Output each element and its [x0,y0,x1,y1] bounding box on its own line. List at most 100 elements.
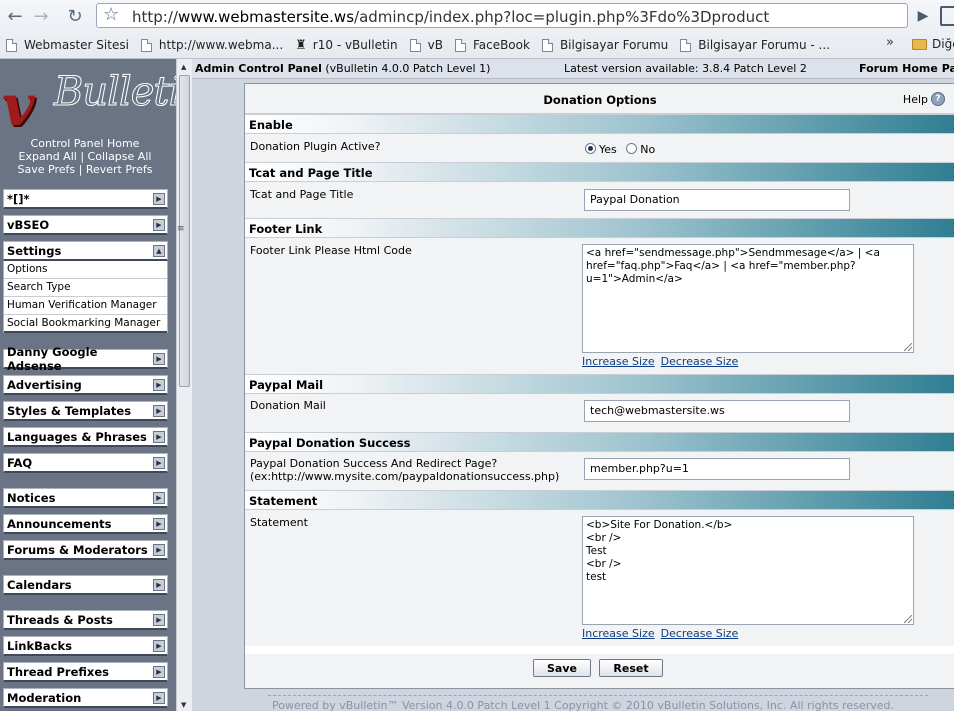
expand-arrow-icon[interactable]: ▶ [153,352,165,365]
expand-all-link[interactable]: Expand All [19,150,77,163]
expand-arrow-icon[interactable]: ▶ [153,517,165,530]
forum-home-link[interactable]: Forum Home Pag [859,62,954,75]
bookmark-star-icon[interactable]: ☆ [103,4,119,25]
other-bookmarks[interactable]: Diğe [912,32,954,56]
expand-arrow-icon[interactable]: ▶ [153,456,165,469]
nav-group[interactable]: FAQ ▶ [3,453,168,473]
expand-arrow-icon[interactable]: ▶ [153,613,165,626]
expand-arrow-icon[interactable]: ▶ [153,404,165,417]
save-prefs-link[interactable]: Save Prefs [18,163,76,176]
decrease-size-link[interactable]: Decrease Size [661,627,739,640]
nav-group-header[interactable]: Languages & Phrases ▶ [3,427,168,447]
scroll-up-icon[interactable]: ▲ [181,63,186,71]
bookmark-item[interactable]: vB [404,33,449,57]
expand-arrow-icon[interactable]: ▶ [153,192,165,205]
nav-group-header[interactable]: FAQ ▶ [3,453,168,473]
radio-yes[interactable]: Yes [585,143,617,156]
save-button[interactable]: Save [533,659,591,677]
donation-mail-input[interactable]: tech@webmastersite.ws [584,400,850,422]
collapse-all-link[interactable]: Collapse All [88,150,152,163]
expand-arrow-icon[interactable]: ▶ [153,639,165,652]
help-icon[interactable]: ? [931,92,945,106]
resize-grip-icon[interactable] [904,615,912,623]
nav-link-search-type[interactable]: Search Type [4,279,167,297]
nav-group[interactable]: vBSEO ▶ [3,215,168,235]
decrease-size-link[interactable]: Decrease Size [661,355,739,368]
bookmark-item[interactable]: FaceBook [449,33,536,57]
nav-group[interactable]: Thread Prefixes ▶ [3,662,168,682]
nav-group-header[interactable]: Forums & Moderators ▶ [3,540,168,560]
vbulletin-logo[interactable]: v Bulletin [2,63,176,140]
radio-selected-icon[interactable] [585,143,596,154]
address-bar[interactable]: ☆ http://www.webmastersite.ws/admincp/in… [96,3,908,28]
nav-group[interactable]: Danny Google Adsense ▶ [3,345,168,373]
nav-group-header[interactable]: Styles & Templates ▶ [3,401,168,421]
radio-unselected-icon[interactable] [626,143,638,154]
success-redirect-input[interactable]: member.php?u=1 [584,458,850,480]
nav-group-header[interactable]: LinkBacks ▶ [3,636,168,656]
nav-group[interactable]: Languages & Phrases ▶ [3,427,168,447]
expand-arrow-icon[interactable]: ▶ [153,430,165,443]
resize-grip-icon[interactable] [904,343,912,351]
nav-group-header[interactable]: Advertising ▶ [3,375,168,395]
nav-group[interactable]: Announcements ▶ [3,514,168,534]
statement-textarea[interactable]: <b>Site For Donation.</b> <br /> Test <b… [582,516,914,625]
forward-icon[interactable]: → [30,5,52,27]
nav-group-header[interactable]: Announcements ▶ [3,514,168,534]
increase-size-link[interactable]: Increase Size [582,627,655,640]
reload-icon[interactable]: ↻ [64,5,86,27]
expand-arrow-icon[interactable]: ▶ [153,218,165,231]
bookmark-item[interactable]: Bilgisayar Forumu - ... [674,33,836,57]
tcat-title-input[interactable]: Paypal Donation [584,189,850,211]
increase-size-link[interactable]: Increase Size [582,355,655,368]
nav-group-header[interactable]: Danny Google Adsense ▶ [3,345,168,373]
nav-group[interactable]: Notices ▶ [3,488,168,508]
bookmark-item[interactable]: Webmaster Sitesi [0,33,135,57]
nav-group-header[interactable]: Thread Prefixes ▶ [3,662,168,682]
nav-group[interactable]: *[]* ▶ [3,189,168,209]
expand-arrow-icon[interactable]: ▶ [153,378,165,391]
nav-group-header[interactable]: Calendars ▶ [3,575,168,595]
go-icon[interactable]: ▶ [912,5,934,27]
help-link[interactable]: Help? [903,92,945,106]
nav-group[interactable]: Calendars ▶ [3,575,168,595]
revert-prefs-link[interactable]: Revert Prefs [86,163,153,176]
nav-link-options[interactable]: Options [4,261,167,279]
nav-group-settings[interactable]: Settings ▲ Options Search Type Human Veri… [3,241,168,333]
nav-group-header[interactable]: Notices ▶ [3,488,168,508]
bookmarks-overflow-icon[interactable]: » [886,35,894,50]
nav-scrollbar[interactable]: ▲ ▼ [176,59,192,711]
nav-group-header[interactable]: *[]* ▶ [3,189,168,209]
nav-link-social-bookmarking[interactable]: Social Bookmarking Manager [4,315,167,333]
bookmark-item[interactable]: http://www.webma... [135,33,289,57]
bookmark-label: http://www.webma... [158,38,284,52]
reset-button[interactable]: Reset [599,659,663,677]
expand-arrow-icon[interactable]: ▶ [153,578,165,591]
scroll-down-icon[interactable]: ▼ [181,701,186,709]
back-icon[interactable]: ← [4,5,26,27]
nav-group[interactable]: Threads & Posts ▶ [3,610,168,630]
expand-arrow-icon[interactable]: ▶ [153,691,165,704]
radio-no[interactable]: No [626,143,655,156]
nav-group[interactable]: Styles & Templates ▶ [3,401,168,421]
nav-group[interactable]: Advertising ▶ [3,375,168,395]
expand-arrow-icon[interactable]: ▶ [153,543,165,556]
footer-link-textarea[interactable]: <a href="sendmessage.php">Sendmmesage</a… [582,244,914,353]
nav-group[interactable]: Moderation ▶ [3,688,168,708]
nav-group-header[interactable]: Threads & Posts ▶ [3,610,168,630]
nav-group-label: LinkBacks [7,638,72,653]
bookmark-item[interactable]: ♜ r10 - vBulletin [289,33,403,57]
expand-arrow-icon[interactable]: ▶ [153,665,165,678]
control-panel-home-link[interactable]: Control Panel Home [31,137,140,150]
expand-arrow-icon[interactable]: ▶ [153,491,165,504]
nav-group-header[interactable]: Settings ▲ [3,241,168,261]
nav-group-header[interactable]: vBSEO ▶ [3,215,168,235]
bookmark-item[interactable]: Bilgisayar Forumu [536,33,674,57]
nav-group[interactable]: Forums & Moderators ▶ [3,540,168,560]
collapse-arrow-icon[interactable]: ▲ [153,244,165,257]
nav-link-human-verification[interactable]: Human Verification Manager [4,297,167,315]
page-menu-icon[interactable] [940,6,954,26]
nav-group[interactable]: LinkBacks ▶ [3,636,168,656]
nav-group-header[interactable]: Moderation ▶ [3,688,168,708]
frame-splitter-icon[interactable]: ≡ [177,224,185,234]
